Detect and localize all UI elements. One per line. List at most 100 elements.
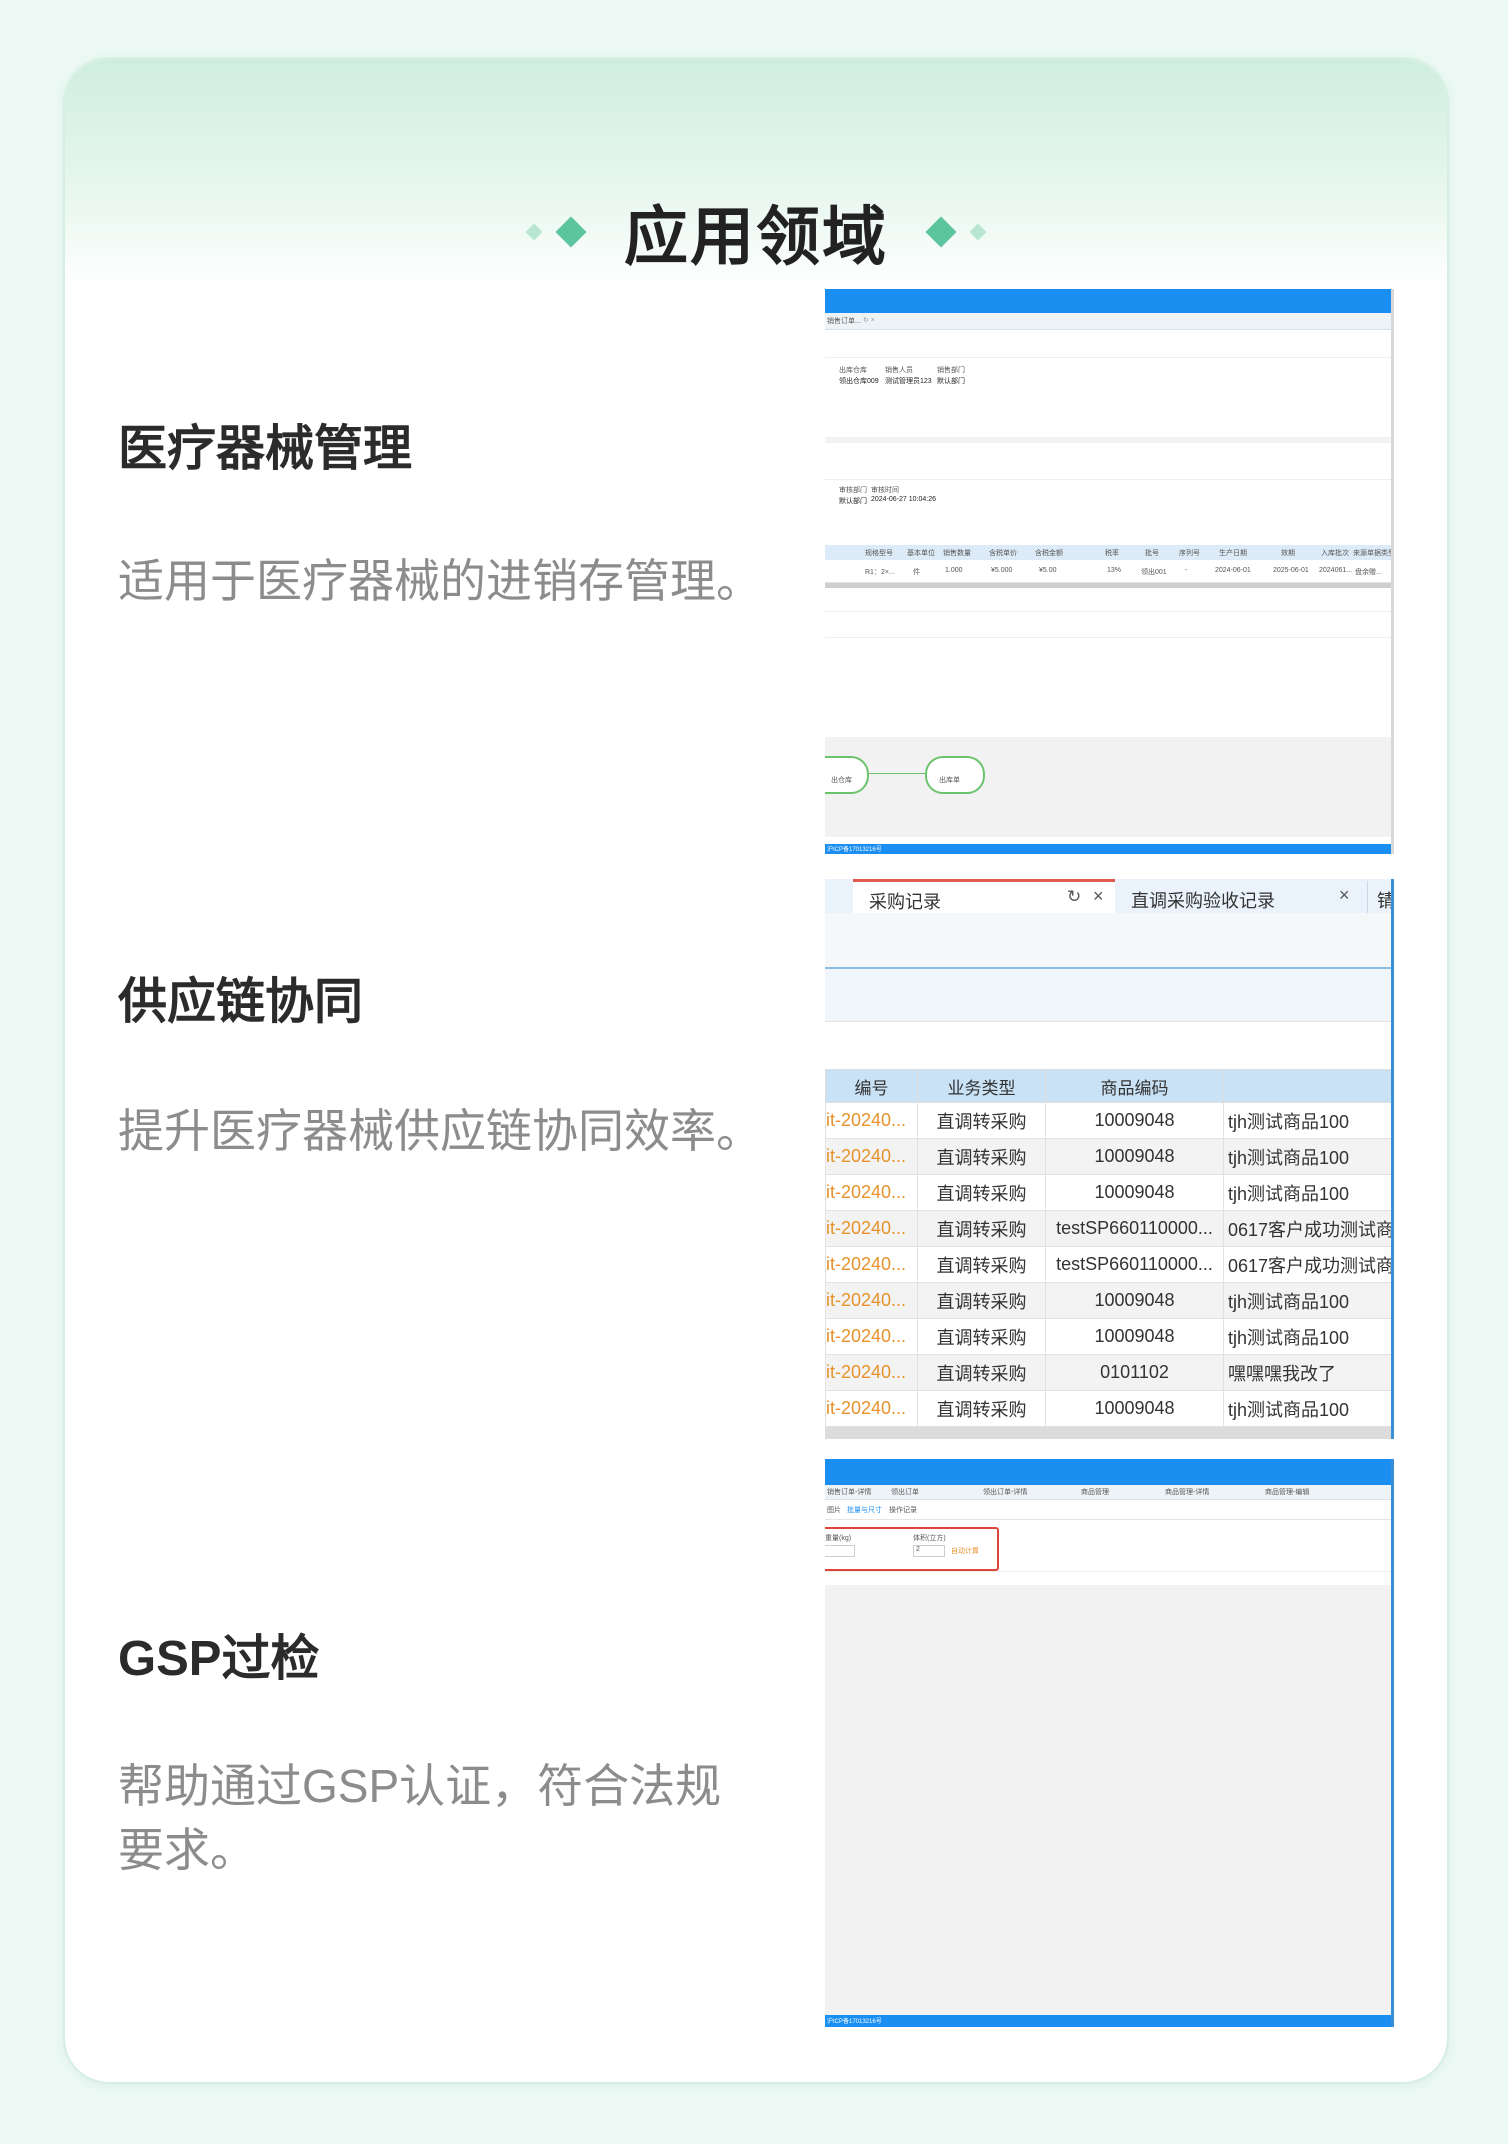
tab-strip: 销售订单... ↻ × <box>825 313 1391 330</box>
screenshot-purchase-records: 采购记录 ↻ × 直调采购验收记录 × 锖 编号 业务类型 商品编码 it-2024… <box>825 879 1394 1439</box>
application-card: 应用领域 医疗器械管理 适用于医疗器械的进销存管理。 供应链协同 提升医疗器械供… <box>63 57 1449 2084</box>
grid-cell: - <box>1185 567 1188 574</box>
table-cell: it-20240... <box>825 1282 918 1319</box>
item-title-medical: 医疗器械管理 <box>118 422 413 476</box>
diamond-icon <box>525 223 543 241</box>
sub-tab[interactable]: 操作记录 <box>889 1505 917 1515</box>
auto-calc-link[interactable]: 自动计算 <box>951 1546 979 1556</box>
sub-tab-active[interactable]: 批量与尺寸 <box>847 1505 882 1515</box>
column-header[interactable]: 编号 <box>825 1069 918 1103</box>
table-cell: tjh测试商品100 <box>1223 1282 1391 1319</box>
grid-cell: 件 <box>913 569 920 576</box>
table-cell: 0617客户成功测试商 <box>1223 1210 1391 1247</box>
table-cell: 直调转采购 <box>917 1318 1046 1355</box>
table-cell: 10009048 <box>1045 1390 1224 1427</box>
tab-label[interactable]: 商品管理-编辑 <box>1265 1487 1309 1497</box>
table-cell: 直调转采购 <box>917 1174 1046 1211</box>
tab-label[interactable]: 商品管理-详情 <box>1165 1487 1209 1497</box>
diamond-icon <box>555 216 587 248</box>
highlight-box: 重量(kg) 体积(立方) 2 自动计算 <box>825 1527 999 1571</box>
field-label: 体积(立方) <box>913 1535 946 1542</box>
table-cell: 10009048 <box>1045 1102 1224 1139</box>
tab-label[interactable]: 领出订单-详情 <box>983 1487 1027 1497</box>
field-label: 审核时间 <box>871 487 899 494</box>
footer-text: 沪ICP备17013216号 <box>827 2019 882 2025</box>
table-row[interactable]: it-20240... 直调转采购 10009048 tjh测试商品100 <box>825 1390 1391 1427</box>
tab-strip: 销售订单-详情 领出订单 领出订单-详情 商品管理 商品管理-详情 商品管理-编… <box>825 1485 1391 1500</box>
toolbar-spacer <box>825 1021 1391 1070</box>
field-label: 销售部门 <box>937 367 965 374</box>
table-cell: 直调转采购 <box>917 1138 1046 1175</box>
screenshot-product-edit: 销售订单-详情 领出订单 领出订单-详情 商品管理 商品管理-详情 商品管理-编… <box>825 1459 1394 2027</box>
table-row[interactable]: it-20240... 直调转采购 testSP660110000... 0617客户… <box>825 1246 1391 1283</box>
table-cell: 直调转采购 <box>917 1246 1046 1283</box>
tab-purchase-records[interactable]: 采购记录 ↻ × <box>853 879 1115 913</box>
tab-order-detail[interactable]: 销售订单... <box>827 316 861 326</box>
flow-node-label: 出库单 <box>939 777 960 784</box>
field-label: 重量(kg) <box>825 1535 852 1542</box>
filter-area <box>825 969 1391 1021</box>
table-cell: it-20240... <box>825 1390 918 1427</box>
table-cell: 0617客户成功测试商 <box>1223 1246 1391 1283</box>
close-icon[interactable]: × <box>1093 886 1104 907</box>
table-row[interactable]: it-20240... 直调转采购 10009048 tjh测试商品100 <box>825 1138 1391 1175</box>
table-cell: 嘿嘿嘿我改了 <box>1223 1354 1391 1391</box>
table-cell: tjh测试商品100 <box>1223 1390 1391 1427</box>
title-row: 应用领域 <box>65 184 1447 280</box>
column-header[interactable]: 商品编码 <box>1045 1069 1224 1103</box>
horizontal-scrollbar[interactable] <box>825 1427 1391 1439</box>
grid-cell: 2025-06-01 <box>1273 567 1309 574</box>
table-cell: it-20240... <box>825 1138 918 1175</box>
field-label: 销售人员 <box>885 367 913 374</box>
grid-header: 入库批次 <box>1321 550 1349 557</box>
table-cell: 0101102 <box>1045 1354 1224 1391</box>
field-value: 默认部门 <box>839 498 867 505</box>
sub-tabs: 图片 批量与尺寸 操作记录 <box>825 1499 1391 1520</box>
refresh-icon[interactable]: ↻ <box>1067 887 1081 907</box>
title-bar <box>825 289 1391 313</box>
field-value: 2 <box>916 1546 920 1553</box>
close-icon[interactable]: × <box>1339 885 1350 906</box>
flow-area: 出仓库 出库单 <box>825 737 1391 837</box>
table-cell: 直调转采购 <box>917 1390 1046 1427</box>
tab-label[interactable]: 销售订单-详情 <box>827 1487 871 1497</box>
tab-cut-label: 锖 <box>1377 891 1394 911</box>
column-header[interactable] <box>1223 1069 1391 1103</box>
table-row[interactable]: it-20240... 直调转采购 10009048 tjh测试商品100 <box>825 1282 1391 1319</box>
content-area <box>825 1585 1391 2015</box>
page-title: 应用领域 <box>624 201 888 273</box>
table-row[interactable]: it-20240... 直调转采购 0101102 嘿嘿嘿我改了 <box>825 1354 1391 1391</box>
table-cell: tjh测试商品100 <box>1223 1138 1391 1175</box>
grid-cell: ¥5.000 <box>991 567 1013 574</box>
tab-label[interactable]: 领出订单 <box>891 1487 919 1497</box>
grid-cell: 2024-06-01 <box>1215 567 1251 574</box>
column-header[interactable]: 业务类型 <box>917 1069 1046 1103</box>
weight-input[interactable] <box>825 1545 855 1557</box>
tab-label[interactable]: 商品管理 <box>1081 1487 1109 1497</box>
table-row[interactable]: it-20240... 直调转采购 10009048 tjh测试商品100 <box>825 1102 1391 1139</box>
table-cell: 直调转采购 <box>917 1210 1046 1247</box>
table-cell: 10009048 <box>1045 1282 1224 1319</box>
close-icon[interactable]: ↻ × <box>863 316 875 324</box>
grid-header: 税率 <box>1105 550 1119 557</box>
item-desc-supply: 提升医疗器械供应链协同效率。 <box>118 1105 762 1157</box>
grid-cell: R1：2×... <box>865 569 895 576</box>
table-cell: tjh测试商品100 <box>1223 1102 1391 1139</box>
table-cell: it-20240... <box>825 1102 918 1139</box>
field-value: 领出仓库009 <box>839 378 879 385</box>
table-row[interactable]: it-20240... 直调转采购 10009048 tjh测试商品100 <box>825 1174 1391 1211</box>
item-desc-gsp: 帮助通过GSP认证，符合法规要求。 <box>118 1760 722 1876</box>
table-row[interactable]: it-20240... 直调转采购 10009048 tjh测试商品100 <box>825 1318 1391 1355</box>
field-label: 出库仓库 <box>839 367 867 374</box>
table-cell: 10009048 <box>1045 1318 1224 1355</box>
grid-header: 销售数量 <box>943 550 971 557</box>
grid-header: 批号 <box>1145 550 1159 557</box>
field-value: 测试管理员123 <box>885 378 932 385</box>
flow-node-label: 出仓库 <box>831 777 852 784</box>
table-row[interactable]: it-20240... 直调转采购 testSP660110000... 0617客户… <box>825 1210 1391 1247</box>
tab-direct-purchase-acceptance[interactable]: 直调采购验收记录 × <box>1115 881 1368 913</box>
field-value: 默认部门 <box>937 378 965 385</box>
volume-input[interactable]: 2 <box>913 1545 945 1557</box>
sub-tab[interactable]: 图片 <box>827 1505 841 1515</box>
footer-text: 沪ICP备17013216号 <box>827 847 882 853</box>
